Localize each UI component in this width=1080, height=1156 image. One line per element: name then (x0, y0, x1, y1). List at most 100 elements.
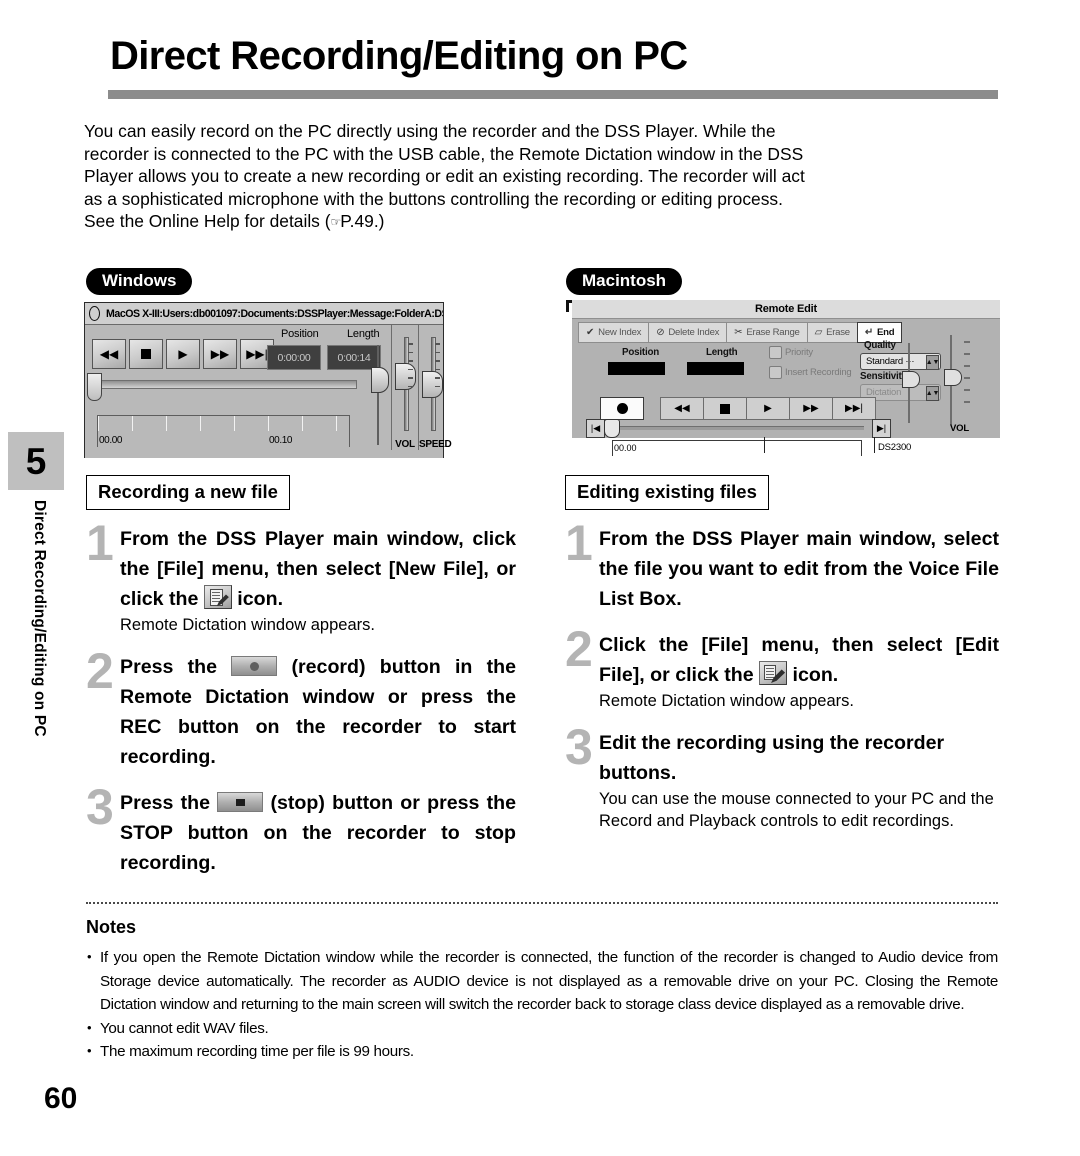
mac-play-button[interactable]: ▶ (746, 397, 790, 420)
rewind-button[interactable]: ◀◀ (92, 339, 126, 369)
chapter-number: 5 (25, 440, 47, 482)
page-title: Direct Recording/Editing on PC (110, 34, 688, 78)
section-heading-recording: Recording a new file (86, 475, 290, 510)
step-title: Click the [File] menu, then select [Edit… (599, 630, 999, 690)
step-item: 3 Edit the recording using the recorder … (565, 722, 999, 832)
windows-speed-caption: SPEED (419, 439, 452, 450)
mac-stop-button[interactable] (703, 397, 747, 420)
play-icon: ▶ (764, 403, 772, 414)
rewind-icon: ◀◀ (99, 347, 119, 361)
priority-label: Priority (785, 347, 813, 358)
insert-recording-checkbox[interactable] (769, 366, 782, 379)
macintosh-skip-start-button[interactable]: |◀ (586, 419, 605, 438)
mac-fast-forward-button[interactable]: ▶▶ (789, 397, 833, 420)
scissors-icon: ✂ (734, 327, 743, 338)
windows-volume-slider[interactable]: VOL (392, 333, 418, 450)
windows-seek-track[interactable] (93, 380, 357, 389)
macintosh-window-body: ✔ New Index ⊘ Delete Index ✂ Erase Range… (572, 318, 1000, 456)
windows-speed-notches (435, 343, 440, 394)
skip-forward-icon: ▶▶| (246, 347, 268, 361)
step-title-text-b: icon. (787, 664, 839, 686)
intro-line-4: as a sophisticated microphone with the b… (84, 188, 783, 209)
erase-range-button[interactable]: ✂ Erase Range (726, 322, 808, 343)
windows-position-readout: 0:00:00 (267, 345, 321, 370)
notes-title: Notes (86, 917, 137, 937)
play-button[interactable]: ▶ (166, 339, 200, 369)
note-item: The maximum recording time per file is 9… (86, 1039, 998, 1064)
windows-scale-mid: 00.10 (269, 435, 293, 446)
skip-start-icon: |◀ (590, 423, 601, 433)
end-arrow-icon: ↵ (864, 327, 874, 338)
skip-forward-icon: ▶▶| (845, 403, 863, 414)
windows-pitch-fader-thumb[interactable] (371, 367, 389, 393)
macintosh-skip-end-button[interactable]: ▶| (872, 419, 891, 438)
step-item: 2 Press the (record) button in the Remot… (86, 646, 516, 772)
macintosh-transport-controls: ◀◀ ▶ ▶▶ ▶▶| (660, 397, 876, 420)
edit-file-icon[interactable] (759, 661, 788, 685)
macintosh-footer-tick-2 (874, 437, 875, 453)
windows-title-text: MacOS X-III:Users:db001097:Documents:DSS… (106, 307, 443, 320)
macintosh-seek-track[interactable] (612, 426, 864, 430)
erase-icon: ▱ (814, 327, 823, 338)
stop-button[interactable] (129, 339, 163, 369)
macintosh-titlebar: Remote Edit (572, 300, 1000, 318)
step-subtext: Remote Dictation window appears. (120, 616, 375, 634)
mac-skip-forward-button[interactable]: ▶▶| (832, 397, 876, 420)
play-icon: ▶ (178, 347, 188, 361)
steps-editing-existing-files: 1 From the DSS Player main window, selec… (565, 518, 999, 848)
macintosh-toolbar: ✔ New Index ⊘ Delete Index ✂ Erase Range… (578, 322, 903, 343)
fast-forward-icon: ▶▶ (803, 403, 819, 414)
step-title: Edit the recording using the recorder bu… (599, 732, 945, 784)
delete-index-label: Delete Index (668, 327, 720, 338)
chevron-updown-icon-2: ▲▼ (926, 386, 939, 401)
windows-timescale: 00.00 00.10 (97, 415, 350, 447)
step-title-text-b: icon. (231, 588, 284, 610)
insert-recording-label: Insert Recording (785, 367, 852, 378)
quality-select[interactable]: Standard ··· ▲▼ (860, 353, 941, 370)
windows-speed-slider[interactable]: SPEED (419, 333, 452, 450)
step-title-text-a: Press the (120, 656, 232, 678)
stop-icon (720, 403, 730, 414)
step-title: Press the (record) button in the Remote … (120, 652, 516, 772)
section-heading-editing: Editing existing files (565, 475, 769, 510)
fast-forward-button[interactable]: ▶▶ (203, 339, 237, 369)
fast-forward-icon: ▶▶ (210, 347, 230, 361)
step-item: 2 Click the [File] menu, then select [Ed… (565, 624, 999, 712)
windows-vol-caption: VOL (395, 439, 415, 450)
step-number: 1 (86, 515, 114, 571)
record-button-icon[interactable] (231, 656, 278, 676)
notes-list: If you open the Remote Dictation window … (86, 945, 998, 1064)
windows-transport-controls: ◀◀ ▶ ▶▶ ▶▶| (92, 339, 274, 369)
macintosh-volume-thumb[interactable] (944, 369, 962, 386)
end-label: End (877, 327, 895, 338)
macintosh-fader-1-thumb[interactable] (902, 371, 920, 388)
macintosh-position-label: Position (622, 347, 660, 358)
step-title: From the DSS Player main window, select … (599, 528, 999, 610)
step-number: 1 (565, 515, 593, 571)
macintosh-timescale (612, 440, 862, 456)
macintosh-vol-caption: VOL (950, 423, 969, 434)
notes-divider (86, 902, 998, 904)
mac-rewind-button[interactable]: ◀◀ (660, 397, 704, 420)
sensitivity-label: Sensitivity (860, 371, 907, 382)
erase-button[interactable]: ▱ Erase (806, 322, 858, 343)
stop-button-icon[interactable] (217, 792, 264, 812)
macintosh-record-button[interactable] (600, 397, 644, 420)
intro-line-5: See the Online Help for details (☞P.49.) (84, 210, 998, 235)
erase-label: Erase (826, 327, 850, 338)
windows-position-label: Position (281, 328, 319, 340)
rewind-icon: ◀◀ (674, 403, 690, 414)
new-index-button[interactable]: ✔ New Index (578, 322, 650, 343)
macintosh-remote-edit-window: Remote Edit ✔ New Index ⊘ Delete Index ✂… (566, 300, 1000, 456)
delete-index-button[interactable]: ⊘ Delete Index (648, 322, 728, 343)
windows-pitch-fader-track[interactable] (377, 345, 379, 445)
note-item: If you open the Remote Dictation window … (86, 945, 998, 1017)
windows-seek-thumb[interactable] (87, 373, 102, 401)
priority-checkbox[interactable] (769, 346, 782, 359)
macintosh-seek-thumb[interactable] (604, 419, 620, 438)
new-file-icon[interactable] (203, 585, 232, 609)
note-item: You cannot edit WAV files. (86, 1016, 998, 1041)
intro-line-5-pre: See the Online Help for details ( (84, 211, 331, 231)
windows-volume-notches (408, 343, 413, 394)
window-control-icon[interactable] (89, 306, 100, 321)
